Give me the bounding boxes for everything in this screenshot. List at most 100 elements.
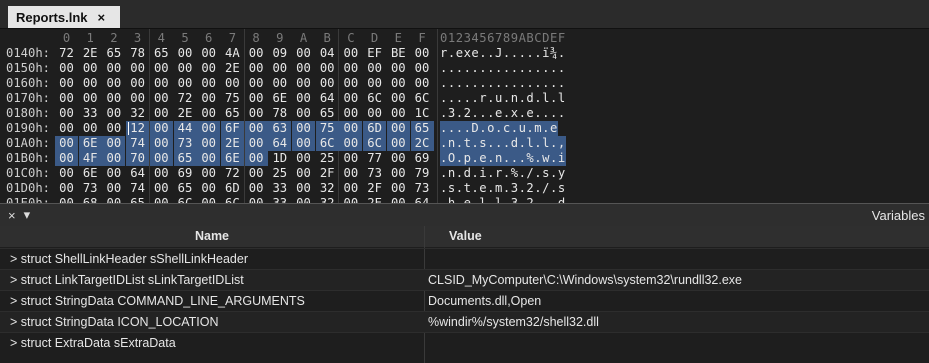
hex-byte[interactable]: 00: [174, 76, 197, 91]
hex-byte[interactable]: 63: [268, 121, 292, 136]
hex-byte[interactable]: 00: [387, 106, 410, 121]
hex-byte[interactable]: 00: [292, 61, 315, 76]
hex-byte[interactable]: 00: [102, 181, 125, 196]
hex-byte[interactable]: 00: [292, 166, 315, 181]
hex-row[interactable]: 01A0h: 00 6E 00 74 00 73 00 2E 00 64 00 6C 00 6C 00 2C .n…: [0, 136, 929, 151]
hex-byte[interactable]: 2E: [363, 196, 386, 203]
variable-row[interactable]: > struct ShellLinkHeader sShellLinkHeade…: [0, 248, 929, 269]
hex-byte[interactable]: 1D: [268, 151, 291, 166]
hex-byte[interactable]: 00: [387, 181, 410, 196]
hex-byte[interactable]: 00: [197, 136, 221, 151]
hex-byte[interactable]: 00: [174, 61, 197, 76]
hex-byte[interactable]: 00: [102, 76, 125, 91]
hex-byte[interactable]: 00: [292, 136, 315, 151]
hex-byte[interactable]: 70: [126, 151, 150, 166]
hex-byte[interactable]: 00: [197, 91, 220, 106]
ascii-text[interactable]: .n.d.i.r.%./.s.y: [440, 166, 566, 181]
hex-byte[interactable]: 00: [339, 166, 362, 181]
ascii-text[interactable]: ................: [440, 61, 566, 76]
hex-byte[interactable]: 6E: [268, 91, 291, 106]
hex-byte[interactable]: 00: [126, 61, 149, 76]
hex-byte[interactable]: 00: [197, 106, 220, 121]
column-header-value[interactable]: Value: [425, 226, 929, 247]
hex-byte[interactable]: 00: [150, 166, 173, 181]
hex-byte[interactable]: 00: [292, 196, 315, 203]
hex-byte[interactable]: 00: [292, 106, 315, 121]
hex-row[interactable]: 0180h: 00 33 00 32 00 2E 00 65 00 78 00 65 00 00 00 1C .3…: [0, 106, 929, 121]
hex-byte[interactable]: 00: [387, 61, 410, 76]
hex-byte[interactable]: 00: [363, 106, 386, 121]
hex-byte[interactable]: 00: [339, 196, 362, 203]
hex-byte[interactable]: 2E: [221, 61, 244, 76]
hex-byte[interactable]: 00: [386, 121, 410, 136]
hex-byte[interactable]: 00: [292, 46, 315, 61]
hex-byte[interactable]: 00: [197, 181, 220, 196]
hex-byte[interactable]: 00: [245, 76, 268, 91]
hex-byte[interactable]: 00: [102, 61, 125, 76]
hex-byte[interactable]: 00: [55, 106, 78, 121]
hex-byte[interactable]: 6E: [78, 136, 102, 151]
hex-byte[interactable]: 00: [126, 76, 149, 91]
variable-row[interactable]: > struct LinkTargetIDList sLinkTargetIDL…: [0, 269, 929, 290]
hex-byte[interactable]: 00: [102, 151, 126, 166]
hex-byte[interactable]: 00: [339, 181, 362, 196]
hex-byte[interactable]: 00: [244, 151, 268, 166]
hex-byte[interactable]: 00: [55, 61, 78, 76]
hex-row[interactable]: 0140h: 72 2E 65 78 65 00 00 4A 00 09 00 04 00 EF BE 00 r.…: [0, 46, 929, 61]
hex-byte[interactable]: 00: [102, 91, 125, 106]
hex-byte[interactable]: 2F: [316, 166, 339, 181]
close-icon[interactable]: ×: [98, 10, 106, 25]
hex-byte[interactable]: 00: [149, 151, 173, 166]
hex-byte[interactable]: 00: [102, 106, 125, 121]
hex-byte[interactable]: 00: [387, 151, 410, 166]
hex-row[interactable]: 01D0h: 00 73 00 74 00 65 00 6D 00 33 00 32 00 2F 00 73 .s…: [0, 181, 929, 196]
hex-byte[interactable]: 00: [316, 76, 339, 91]
hex-byte[interactable]: 00: [55, 181, 78, 196]
ascii-text[interactable]: ................: [440, 76, 566, 91]
hex-byte[interactable]: 00: [102, 121, 125, 136]
hex-byte[interactable]: 00: [339, 106, 362, 121]
hex-byte[interactable]: 00: [244, 136, 268, 151]
hex-byte[interactable]: 00: [411, 76, 434, 91]
hex-byte[interactable]: 00: [55, 196, 78, 203]
hex-byte[interactable]: 6F: [220, 121, 244, 136]
ascii-text[interactable]: .h.e.l.l.3.2...d: [440, 196, 566, 203]
hex-byte[interactable]: 72: [174, 91, 197, 106]
hex-byte[interactable]: 00: [245, 91, 268, 106]
hex-byte[interactable]: 00: [411, 46, 434, 61]
hex-byte[interactable]: 6C: [363, 136, 387, 151]
hex-byte[interactable]: 00: [268, 61, 291, 76]
hex-byte[interactable]: 2C: [410, 136, 434, 151]
hex-byte[interactable]: 00: [245, 61, 268, 76]
hex-byte[interactable]: 6E: [220, 151, 244, 166]
hex-byte[interactable]: 73: [173, 136, 197, 151]
hex-byte[interactable]: 00: [55, 166, 78, 181]
hex-byte[interactable]: 00: [150, 181, 173, 196]
hex-byte[interactable]: 00: [339, 76, 362, 91]
ascii-text[interactable]: .3.2...e.x.e....: [440, 106, 566, 121]
hex-byte[interactable]: 73: [411, 181, 434, 196]
hex-byte[interactable]: 00: [245, 181, 268, 196]
hex-byte[interactable]: 00: [55, 76, 78, 91]
hex-byte[interactable]: 00: [245, 196, 268, 203]
hex-byte[interactable]: 00: [339, 61, 362, 76]
hex-row[interactable]: 01E0h: 00 68 00 65 00 6C 00 6C 00 33 00 32 00 2E 00 64 .h…: [0, 196, 929, 203]
hex-byte[interactable]: 00: [102, 196, 125, 203]
ascii-text[interactable]: .O.p.e.n...%.w.i: [440, 151, 566, 166]
hex-byte[interactable]: 69: [174, 166, 197, 181]
hex-byte[interactable]: 00: [150, 196, 173, 203]
hex-byte[interactable]: 65: [102, 46, 125, 61]
hex-byte[interactable]: 00: [149, 121, 173, 136]
hex-byte[interactable]: 00: [150, 76, 173, 91]
hex-row[interactable]: 0150h: 00 00 00 00 00 00 00 2E 00 00 00 00 00 00 00 00..…: [0, 61, 929, 76]
hex-byte[interactable]: 00: [387, 91, 410, 106]
hex-byte[interactable]: 33: [79, 106, 102, 121]
hex-byte[interactable]: 00: [55, 121, 78, 136]
variable-row[interactable]: > struct StringData COMMAND_LINE_ARGUMEN…: [0, 290, 929, 311]
hex-byte[interactable]: 25: [316, 151, 339, 166]
hex-byte[interactable]: 00: [292, 91, 315, 106]
hex-byte[interactable]: 00: [268, 76, 291, 91]
hex-byte[interactable]: 32: [316, 196, 339, 203]
hex-byte[interactable]: 00: [79, 61, 102, 76]
hex-byte[interactable]: 72: [55, 46, 78, 61]
